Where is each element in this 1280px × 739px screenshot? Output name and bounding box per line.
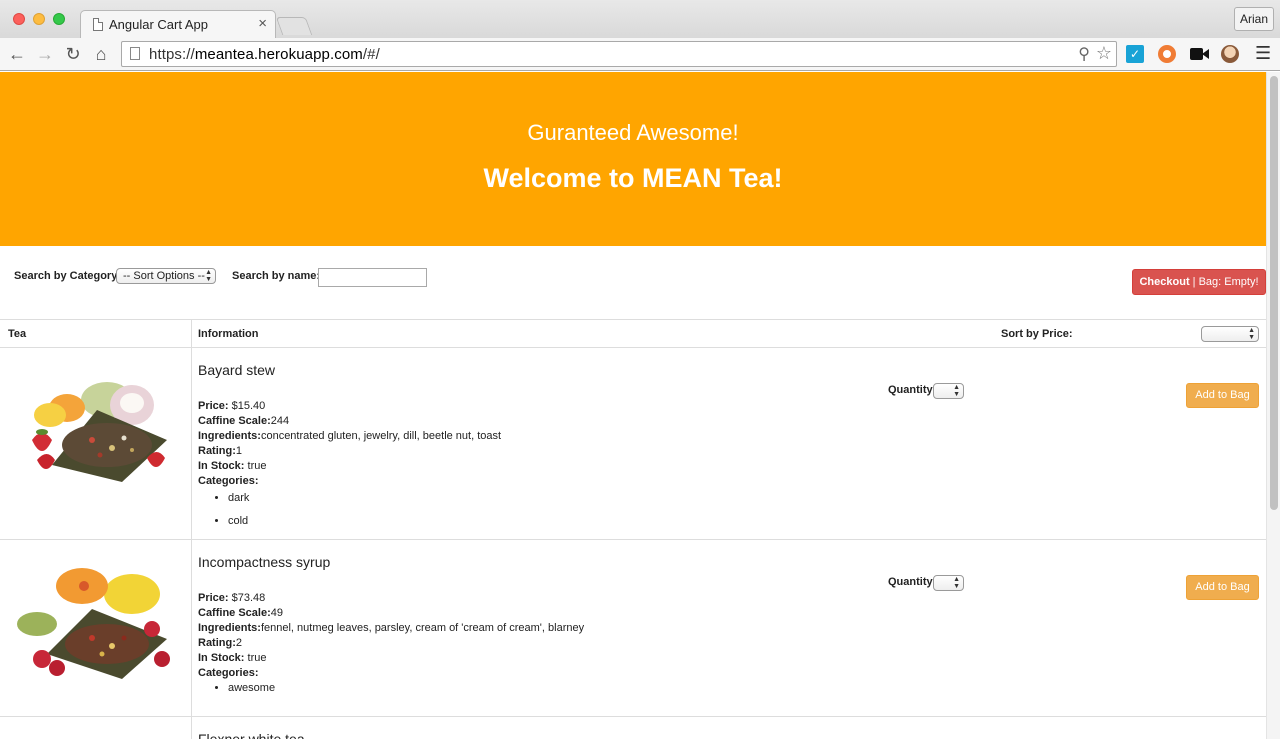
new-tab-button[interactable] — [275, 17, 313, 35]
checkout-label: Checkout — [1139, 276, 1190, 288]
category-list: dark cold — [198, 491, 501, 529]
tea-product-image — [32, 382, 167, 482]
hero-banner: Guranteed Awesome! Welcome to MEAN Tea! — [0, 72, 1266, 246]
zoom-icon[interactable]: ⚲ — [1078, 44, 1090, 64]
list-item: cold — [228, 514, 501, 529]
page-icon — [130, 47, 140, 60]
ingredients-value: fennel, nutmeg leaves, parsley, cream of… — [260, 622, 585, 634]
tea-table: Tea Information Sort by Price: ▲ ▼ Bayar… — [0, 319, 1266, 739]
price-line: Price: $15.40 — [198, 400, 266, 412]
price-line: Price: $73.48 — [198, 592, 266, 604]
scrollbar-thumb[interactable] — [1270, 76, 1278, 510]
quantity-select[interactable]: ▲ ▼ — [933, 575, 964, 591]
tea-product-image — [17, 568, 170, 679]
list-item: dark — [228, 491, 501, 506]
window-minimize-button[interactable] — [33, 13, 45, 25]
categories-line: Categories: — [198, 475, 259, 487]
name-search-input[interactable] — [318, 268, 427, 287]
checkout-button[interactable]: Checkout | Bag: Empty! — [1132, 269, 1266, 295]
lifebuoy-extension-icon[interactable] — [1158, 45, 1176, 63]
quantity-label: Quantity — [888, 384, 933, 396]
url-scheme: https:// — [149, 46, 195, 63]
select-arrows-icon: ▲ ▼ — [1248, 327, 1255, 341]
column-header-information: Information — [198, 328, 259, 340]
page-icon — [93, 18, 103, 31]
add-to-bag-button[interactable]: Add to Bag — [1186, 383, 1259, 408]
stock-value: true — [247, 652, 267, 664]
table-header: Tea Information Sort by Price: ▲ ▼ — [0, 320, 1266, 348]
vertical-scrollbar[interactable] — [1266, 72, 1280, 739]
url-host: meantea.herokuapp.com — [194, 46, 363, 63]
page-viewport: Guranteed Awesome! Welcome to MEAN Tea! … — [0, 72, 1266, 739]
page-title: Welcome to MEAN Tea! — [483, 163, 783, 193]
filter-bar: Search by Category -- Sort Options -- ▲ ▼… — [0, 246, 1266, 319]
browser-tab[interactable]: Angular Cart App × — [80, 10, 276, 38]
table-row: Bayard stew Price: $15.40 Caffine Scale:… — [0, 348, 1266, 540]
video-camera-extension-icon[interactable] — [1190, 45, 1209, 63]
address-bar[interactable]: https://meantea.herokuapp.com/#/ ⚲ ☆ — [121, 41, 1117, 67]
tea-name: Flexner white tea — [198, 731, 305, 739]
caffeine-line: Caffine Scale:49 — [198, 607, 283, 619]
quantity-label: Quantity — [888, 576, 933, 588]
price-value: $15.40 — [231, 400, 266, 412]
quantity-select[interactable]: ▲ ▼ — [933, 383, 964, 399]
add-to-bag-button[interactable]: Add to Bag — [1186, 575, 1259, 600]
window-maximize-button[interactable] — [53, 13, 65, 25]
tea-name: Bayard stew — [198, 362, 276, 378]
table-row: Incompactness syrup Price: $73.48 Caffin… — [0, 540, 1266, 717]
select-arrows-icon: ▲ ▼ — [205, 269, 212, 283]
tab-title: Angular Cart App — [109, 17, 209, 32]
rating-value: 2 — [235, 637, 243, 649]
category-select[interactable]: -- Sort Options -- ▲ ▼ — [116, 268, 216, 284]
tea-details: Price: $15.40 Caffine Scale:244 Ingredie… — [198, 399, 501, 537]
bookmark-star-icon[interactable]: ☆ — [1096, 43, 1112, 64]
select-arrows-icon: ▲ ▼ — [953, 384, 960, 398]
browser-titlebar: Angular Cart App × Arian — [0, 0, 1280, 38]
caffeine-line: Caffine Scale:244 — [198, 415, 290, 427]
ingredients-line: Ingredients:fennel, nutmeg leaves, parsl… — [198, 622, 585, 634]
url-path: /#/ — [362, 46, 380, 63]
tagline: Guranteed Awesome! — [527, 120, 739, 145]
column-header-tea: Tea — [8, 328, 27, 340]
forward-arrow-icon[interactable]: → — [34, 42, 56, 66]
category-label: Search by Category — [14, 270, 118, 282]
tea-name: Incompactness syrup — [198, 554, 331, 570]
rating-line: Rating:1 — [198, 445, 243, 457]
checkmark-extension-icon[interactable]: ✓ — [1126, 45, 1144, 63]
price-value: $73.48 — [231, 592, 266, 604]
url-text[interactable]: https://meantea.herokuapp.com/#/ — [149, 46, 380, 63]
stock-line: In Stock: true — [198, 652, 267, 664]
tab-close-icon[interactable]: × — [258, 15, 267, 32]
tea-details: Price: $73.48 Caffine Scale:49 Ingredien… — [198, 591, 584, 704]
stock-value: true — [247, 460, 267, 472]
name-search-label: Search by name: — [232, 270, 321, 282]
caffeine-value: 49 — [270, 607, 283, 619]
select-arrows-icon: ▲ ▼ — [953, 576, 960, 590]
sort-by-price-select[interactable]: ▲ ▼ — [1201, 326, 1259, 342]
category-select-value: -- Sort Options -- — [123, 270, 205, 282]
profile-button[interactable]: Arian — [1234, 7, 1274, 31]
caffeine-value: 244 — [270, 415, 290, 427]
list-item: awesome — [228, 681, 584, 696]
rating-value: 1 — [235, 445, 243, 457]
sort-by-price-label: Sort by Price: — [1001, 328, 1073, 340]
home-icon[interactable]: ⌂ — [90, 42, 112, 66]
bag-status: Bag: Empty! — [1198, 276, 1259, 288]
window-close-button[interactable] — [13, 13, 25, 25]
table-row: Flexner white tea — [0, 717, 1266, 739]
hamburger-menu-icon[interactable]: ☰ — [1255, 43, 1271, 64]
rating-line: Rating:2 — [198, 637, 243, 649]
back-arrow-icon[interactable]: ← — [6, 42, 28, 66]
category-list: awesome — [198, 681, 584, 696]
avatar-extension-icon[interactable] — [1221, 45, 1239, 63]
ingredients-value: concentrated gluten, jewelry, dill, beet… — [260, 430, 502, 442]
stock-line: In Stock: true — [198, 460, 267, 472]
reload-icon[interactable]: ↻ — [62, 42, 84, 66]
categories-line: Categories: — [198, 667, 259, 679]
browser-toolbar: ← → ↻ ⌂ https://meantea.herokuapp.com/#/… — [0, 38, 1280, 71]
ingredients-line: Ingredients:concentrated gluten, jewelry… — [198, 430, 502, 442]
